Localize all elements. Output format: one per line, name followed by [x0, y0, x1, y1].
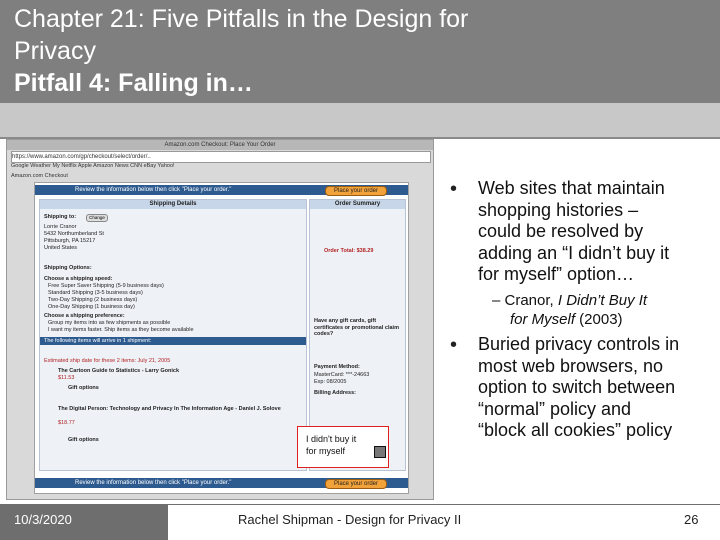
- item2-price: $18.77: [58, 420, 75, 426]
- citation-prefix: – Cranor,: [492, 292, 558, 309]
- browser-title: Amazon.com Checkout: Place Your Order: [7, 140, 433, 150]
- bullet-2-line-4: “normal” policy and: [478, 398, 632, 419]
- item2-title[interactable]: The Digital Person: Technology and Priva…: [58, 406, 281, 413]
- bullet-1-line-5: for myself” option…: [478, 264, 635, 284]
- callout-text: I didn't buy it for myself: [306, 433, 356, 457]
- bullet-1-line-4: adding an “I didn’t buy it: [478, 242, 670, 263]
- item1-title[interactable]: The Cartoon Guide to Statistics - Larry …: [58, 368, 179, 375]
- sub-bullet-citation-line2: for Myself (2003): [510, 311, 623, 329]
- estimated-ship-date: Estimated ship date for these 2 items: J…: [44, 358, 171, 364]
- callout-line-2: for myself: [306, 446, 346, 456]
- order-summary-header: Order Summary: [310, 200, 405, 209]
- shipping-options-label: Shipping Options:: [44, 265, 92, 271]
- slide-number: 26: [684, 512, 699, 527]
- order-total: Order Total: $38.29: [324, 248, 374, 254]
- citation-title-part2: for Myself: [510, 311, 576, 328]
- footer-title: Rachel Shipman - Design for Privacy II: [238, 512, 462, 527]
- review-banner-text: Review the information below then click …: [75, 187, 232, 193]
- title-divider-band: [0, 103, 720, 139]
- bullet-2-line-2: most web browsers, no: [478, 355, 664, 376]
- browser-tab[interactable]: Amazon.com Checkout: [11, 173, 71, 181]
- bullet-2-line-3: option to switch between: [478, 377, 676, 397]
- browser-url-bar[interactable]: https://www.amazon.com/gp/checkout/selec…: [11, 151, 431, 163]
- bullet-dot-1: •: [450, 178, 458, 200]
- pref-option-1[interactable]: Group my items into as few shipments as …: [48, 320, 170, 327]
- speed-option-1[interactable]: Free Super Saver Shipping (5-9 business …: [48, 283, 164, 290]
- didnt-buy-callout: I didn't buy it for myself: [297, 426, 389, 468]
- review-banner-bottom-text: Review the information below then click …: [75, 480, 232, 486]
- footer-date: 10/3/2020: [14, 512, 72, 527]
- callout-line-1: I didn't buy it: [306, 434, 357, 444]
- bullet-dot-2: •: [450, 334, 458, 356]
- bullet-2-line-1: Buried privacy controls in: [478, 334, 680, 354]
- bullet-1-line-2: shopping histories –: [478, 199, 639, 220]
- bullet-1: Web sites that maintain shopping histori…: [478, 178, 714, 286]
- slide-subtitle: Pitfall 4: Falling in…: [14, 69, 253, 97]
- citation-title-part1: I Didn’t Buy It: [557, 292, 648, 309]
- gift-cards-prompt: Have any gift cards, gift certificates o…: [314, 318, 399, 338]
- checkout-screenshot: Amazon.com Checkout: Place Your Order ht…: [6, 139, 434, 500]
- choose-speed-label: Choose a shipping speed:: [44, 276, 113, 282]
- billing-address-label: Billing Address:: [314, 390, 356, 396]
- shipping-to-label: Shipping to:: [44, 214, 77, 220]
- bullet-1-line-3: could be resolved by: [478, 221, 644, 241]
- payment-method-label: Payment Method:: [314, 364, 360, 370]
- address-line-4: United States: [44, 245, 78, 251]
- address-line-3: Pittsburgh, PA 15217: [44, 238, 96, 244]
- bullet-1-line-1: Web sites that maintain: [478, 178, 665, 198]
- pref-option-2[interactable]: I want my items faster. Ship items as th…: [48, 327, 194, 334]
- speed-option-2[interactable]: Standard Shipping (3-5 business days): [48, 290, 143, 297]
- sub-bullet-citation: – Cranor, I Didn’t Buy It: [492, 292, 647, 310]
- citation-year: (2003): [575, 311, 623, 328]
- footer-divider: [168, 504, 720, 505]
- item1-gift-options[interactable]: Gift options: [68, 385, 99, 392]
- bullet-2: Buried privacy controls in most web brow…: [478, 334, 714, 442]
- choose-pref-label: Choose a shipping preference:: [44, 313, 125, 319]
- didnt-buy-checkbox[interactable]: [374, 446, 386, 458]
- place-order-button-top[interactable]: Place your order: [325, 186, 387, 196]
- change-address-button[interactable]: Change: [86, 214, 108, 222]
- browser-bookmarks: Google Weather My Netflix Apple Amazon N…: [11, 163, 175, 169]
- payment-card: MasterCard: ***-24663: [314, 372, 370, 378]
- address-line-1: Lorrie Cranor: [44, 224, 77, 230]
- shipping-details-panel: Shipping Details Shipping to: Change Lor…: [39, 199, 307, 471]
- speed-option-4[interactable]: One-Day Shipping (1 business day): [48, 304, 135, 311]
- slide-title-line2: Privacy: [14, 37, 96, 65]
- slide-title-line1: Chapter 21: Five Pitfalls in the Design …: [14, 5, 469, 33]
- place-order-button-bottom[interactable]: Place your order: [325, 479, 387, 489]
- shipment-header: The following items will arrive in 1 shi…: [40, 337, 306, 345]
- address-line-2: 5432 Northumberland St: [44, 231, 104, 237]
- item1-price: $11.53: [58, 375, 75, 381]
- speed-option-3[interactable]: Two-Day Shipping (2 business days): [48, 297, 137, 304]
- bullet-2-line-5: “block all cookies” policy: [478, 420, 673, 440]
- shipping-details-header: Shipping Details: [40, 200, 306, 209]
- item2-gift-options[interactable]: Gift options: [68, 437, 99, 444]
- payment-exp: Exp: 08/2005: [314, 379, 347, 385]
